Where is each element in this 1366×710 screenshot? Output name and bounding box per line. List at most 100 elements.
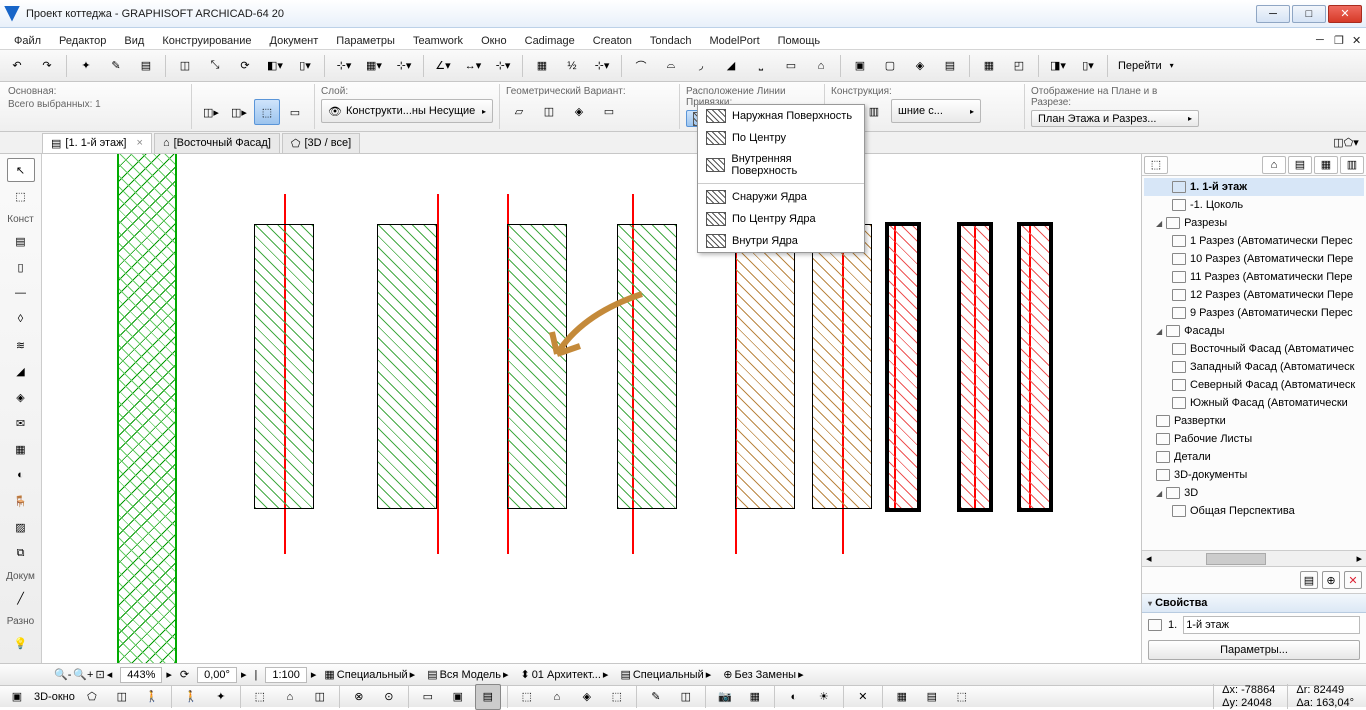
zoom-prev[interactable]: ◂ [107,668,113,681]
scale-value[interactable]: 1:100 [265,667,307,683]
bb-24[interactable]: ✕ [850,684,876,710]
bb-5[interactable]: ✦ [208,684,234,710]
show-button[interactable]: ◨▾ [1045,53,1071,79]
nav-add[interactable]: ⊕ [1322,571,1340,589]
zoom-value[interactable]: 443% [120,667,162,683]
bb-11[interactable]: ▭ [415,684,441,710]
info-btn-3[interactable]: ⬚ [254,99,280,125]
bb-26[interactable]: ▤ [919,684,945,710]
slab-tool[interactable]: ◊ [7,307,35,331]
bb-14[interactable]: ⬚ [514,684,540,710]
object-tool[interactable]: 🪑 [7,489,35,513]
bb-23[interactable]: ☀ [811,684,837,710]
bb-27[interactable]: ⬚ [949,684,975,710]
measure-button[interactable]: ✎ [103,53,129,79]
tab-mode[interactable]: ◫⬠▾ [1326,130,1366,156]
geom-4[interactable]: ▭ [596,98,622,124]
mesh-tool[interactable]: ⧉ [7,541,35,565]
undo-button[interactable]: ↶ [4,53,30,79]
menu-creaton[interactable]: Creaton [585,33,640,49]
arc3-button[interactable]: ◞ [688,53,714,79]
dim-button[interactable]: ▦ [529,53,555,79]
curtain-tool[interactable]: ▦ [7,437,35,461]
bb-6[interactable]: ⬚ [247,684,273,710]
cursor-snap[interactable]: ⊹▾ [589,53,615,79]
nav-scrollbar[interactable]: ◂▸ [1142,550,1366,566]
zone-tool[interactable]: ▨ [7,515,35,539]
ungroup-button[interactable]: ▢ [877,53,903,79]
shell-tool[interactable]: ◈ [7,385,35,409]
bb-22[interactable]: ◐ [781,684,807,710]
info-btn-4[interactable]: ▭ [282,99,308,125]
menu-file[interactable]: Файл [6,33,49,49]
menu-help[interactable]: Помощь [770,33,829,49]
refline-inner-face[interactable]: Внутренняя Поверхность [698,149,864,181]
display-dropdown[interactable]: План Этажа и Разрез...▸ [1031,110,1199,127]
geom-2[interactable]: ◫ [536,98,562,124]
refline-core-outer[interactable]: Снаружи Ядра [698,186,864,208]
pick-button[interactable]: ✦ [73,53,99,79]
skylight-tool[interactable]: ✉ [7,411,35,435]
close-button[interactable]: ✕ [1328,5,1362,23]
params-button[interactable]: Параметры... [1148,640,1360,660]
bb-9[interactable]: ⊗ [346,684,372,710]
group-button[interactable]: ▣ [847,53,873,79]
line-tool[interactable]: ╱ [7,586,35,610]
bb-2[interactable]: ◫ [109,684,135,710]
bb-12[interactable]: ▣ [445,684,471,710]
mirror-tool[interactable]: ◧▾ [262,53,288,79]
bb-25[interactable]: ▦ [889,684,915,710]
maximize-button[interactable]: □ [1292,5,1326,23]
bb-8[interactable]: ◫ [307,684,333,710]
tab-floorplan[interactable]: ▤ [1. 1-й этаж]× [42,133,152,153]
bb-20[interactable]: 📷 [712,684,738,710]
roof-tool[interactable]: ◢ [7,359,35,383]
navtab-layouts[interactable]: ▦ [1314,156,1338,174]
snap-button[interactable]: ▦▾ [361,53,387,79]
info-btn-2[interactable]: ◫▸ [226,99,252,125]
mdi-restore[interactable]: ❐ [1326,32,1342,49]
props-name[interactable] [1183,616,1360,634]
zoom-fit[interactable]: ⊡ [95,668,104,681]
home-button[interactable]: ⌂ [808,53,834,79]
show2-button[interactable]: ▯▾ [1075,53,1101,79]
lamp-tool[interactable]: 💡 [7,631,35,655]
bb-17[interactable]: ⬚ [604,684,630,710]
arrow-tool[interactable]: ↖ [7,158,35,182]
bb-16[interactable]: ◈ [574,684,600,710]
tab-elevation[interactable]: ⌂ [Восточный Фасад] [154,133,280,153]
render-button[interactable]: ▦ [976,53,1002,79]
refline-core-inner[interactable]: Внутри Ядра [698,230,864,252]
nav-new[interactable]: ▤ [1300,571,1318,589]
menu-tondach[interactable]: Tondach [642,33,700,49]
layer-dropdown[interactable]: 👁Конструкти...ны Несущие▸ [321,99,493,123]
dim2-button[interactable]: ½ [559,53,585,79]
zoom-out[interactable]: 🔍- [54,668,71,681]
3d-window[interactable]: ▣ [4,684,30,710]
props-header[interactable]: Свойства [1155,597,1207,609]
morph-tool[interactable]: ◐ [7,463,35,487]
menu-modelport[interactable]: ModelPort [702,33,768,49]
bb-1[interactable]: ⬠ [79,684,105,710]
menu-window[interactable]: Окно [473,33,515,49]
redo-button[interactable]: ↷ [34,53,60,79]
navtab-views[interactable]: ▤ [1288,156,1312,174]
box-button[interactable]: ▭ [778,53,804,79]
bb-19[interactable]: ◫ [673,684,699,710]
beam-tool[interactable]: ― [7,281,35,305]
drawing-canvas[interactable] [42,154,1141,663]
minimize-button[interactable]: ─ [1256,5,1290,23]
drag-button[interactable]: ⤡ [202,53,228,79]
menu-cadimage[interactable]: Cadimage [517,33,583,49]
wedge-button[interactable]: ◢ [718,53,744,79]
bb-18[interactable]: ✎ [643,684,669,710]
angle-value[interactable]: 0,00° [197,667,237,683]
select-button[interactable]: ◫ [172,53,198,79]
refline-outer-face[interactable]: Наружная Поверхность [698,105,864,127]
geom-1[interactable]: ▱ [506,98,532,124]
menu-teamwork[interactable]: Teamwork [405,33,471,49]
goto-label[interactable]: Перейти [1114,60,1166,72]
construct-dropdown[interactable]: шние с...▸ [891,99,981,123]
mdi-close[interactable]: ✕ [1344,32,1360,49]
menu-editor[interactable]: Редактор [51,33,114,49]
